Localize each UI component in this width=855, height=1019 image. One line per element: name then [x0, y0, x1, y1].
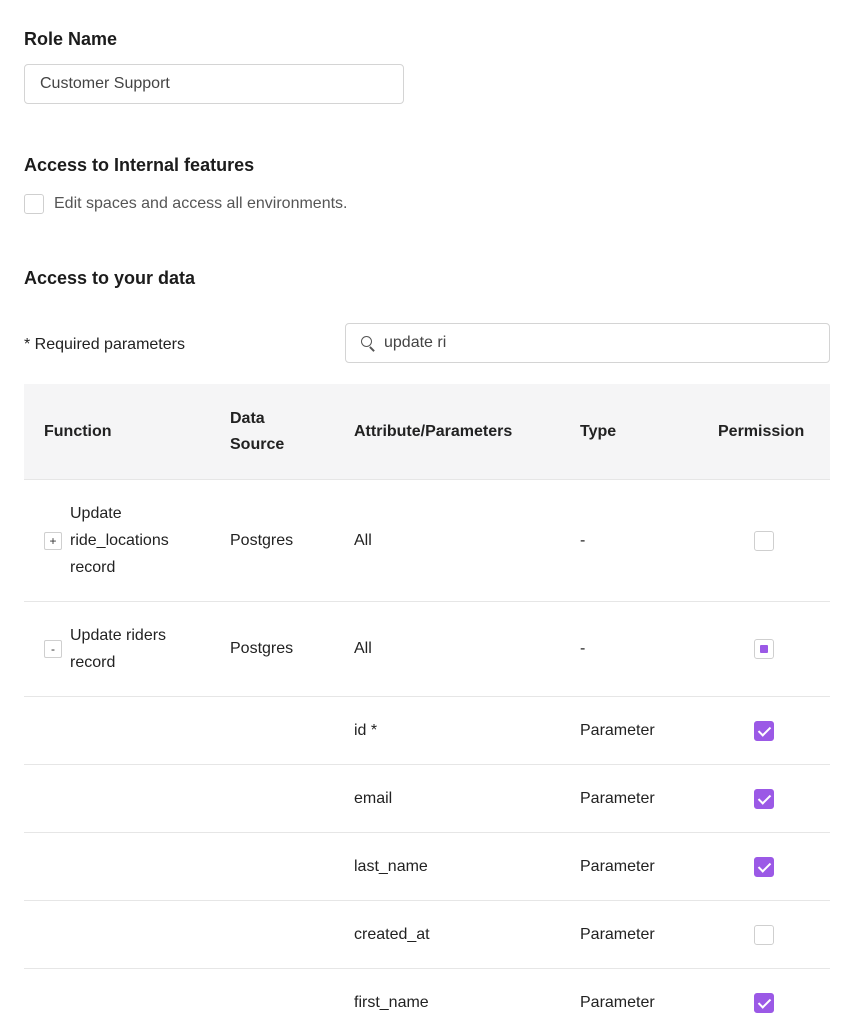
expand-toggle[interactable]: + — [44, 531, 62, 550]
function-name-line: ride_locations — [70, 532, 169, 549]
table-row: - Update riders record Postgres All - — [24, 602, 830, 697]
header-data-source-line2: Source — [230, 435, 285, 453]
permission-checkbox[interactable] — [754, 639, 774, 659]
type-cell: Parameter — [580, 789, 655, 807]
permission-checkbox[interactable] — [754, 530, 774, 551]
permission-cell — [718, 639, 830, 659]
function-name-line: record — [70, 559, 116, 576]
role-name-heading: Role Name — [24, 29, 118, 49]
attribute-cell: email — [354, 789, 393, 807]
internal-features-option: Edit spaces and access all environments. — [24, 194, 347, 214]
table-row: last_name Parameter — [24, 833, 830, 901]
edit-spaces-checkbox[interactable] — [24, 194, 44, 214]
function-name-line: Update — [70, 505, 122, 522]
table-header: Function Data Source Attribute/Parameter… — [24, 384, 830, 480]
header-function: Function — [44, 422, 112, 440]
permission-checkbox[interactable] — [754, 924, 774, 945]
function-name: Update ride_locations record — [70, 500, 169, 581]
function-cell: - Update riders record — [24, 622, 230, 676]
function-cell: + Update ride_locations record — [24, 500, 230, 581]
header-permission: Permission — [718, 422, 805, 440]
attribute-cell: first_name — [354, 994, 429, 1011]
function-name-line: Update riders — [70, 627, 167, 644]
table-row: first_name Parameter — [24, 969, 830, 1019]
permission-cell — [718, 993, 830, 1013]
permission-cell — [718, 924, 830, 945]
table-row: email Parameter — [24, 765, 830, 833]
table-row: + Update ride_locations record Postgres … — [24, 480, 830, 602]
header-attribute: Attribute/Parameters — [354, 422, 513, 440]
collapse-toggle[interactable]: - — [44, 640, 62, 658]
permissions-table: Function Data Source Attribute/Parameter… — [24, 384, 830, 1019]
permission-checkbox[interactable] — [754, 993, 774, 1013]
attribute-cell: All — [354, 640, 372, 657]
search-field — [345, 323, 830, 363]
permission-checkbox[interactable] — [754, 720, 774, 741]
type-cell: Parameter — [580, 857, 655, 875]
table-row: id * Parameter — [24, 697, 830, 765]
header-type: Type — [580, 422, 617, 440]
function-name: Update riders record — [70, 622, 166, 676]
data-access-heading: Access to your data — [24, 268, 196, 288]
type-cell: - — [580, 640, 586, 657]
role-name-input[interactable] — [24, 64, 404, 104]
type-cell: Parameter — [580, 994, 655, 1011]
data-source-cell: Postgres — [230, 531, 294, 549]
header-data-source-line1: Data — [230, 409, 265, 427]
attribute-cell: created_at — [354, 925, 430, 943]
type-cell: - — [580, 531, 586, 549]
type-cell: Parameter — [580, 925, 655, 943]
search-input[interactable] — [384, 334, 804, 352]
permission-checkbox[interactable] — [754, 788, 774, 809]
internal-features-heading: Access to Internal features — [24, 155, 255, 175]
table-row: created_at Parameter — [24, 901, 830, 969]
edit-spaces-label: Edit spaces and access all environments. — [54, 195, 348, 212]
data-source-cell: Postgres — [230, 640, 294, 657]
attribute-cell: last_name — [354, 857, 428, 875]
permission-checkbox[interactable] — [754, 856, 774, 877]
attribute-cell: All — [354, 531, 372, 549]
permission-cell — [718, 720, 830, 741]
function-name-line: record — [70, 654, 116, 671]
required-parameters-note: * Required parameters — [24, 336, 185, 353]
attribute-cell: id * — [354, 721, 378, 739]
header-data-source: Data Source — [230, 406, 354, 458]
permission-cell — [718, 530, 830, 551]
type-cell: Parameter — [580, 721, 655, 739]
permission-cell — [718, 856, 830, 877]
search-icon — [360, 335, 376, 351]
permission-cell — [718, 788, 830, 809]
